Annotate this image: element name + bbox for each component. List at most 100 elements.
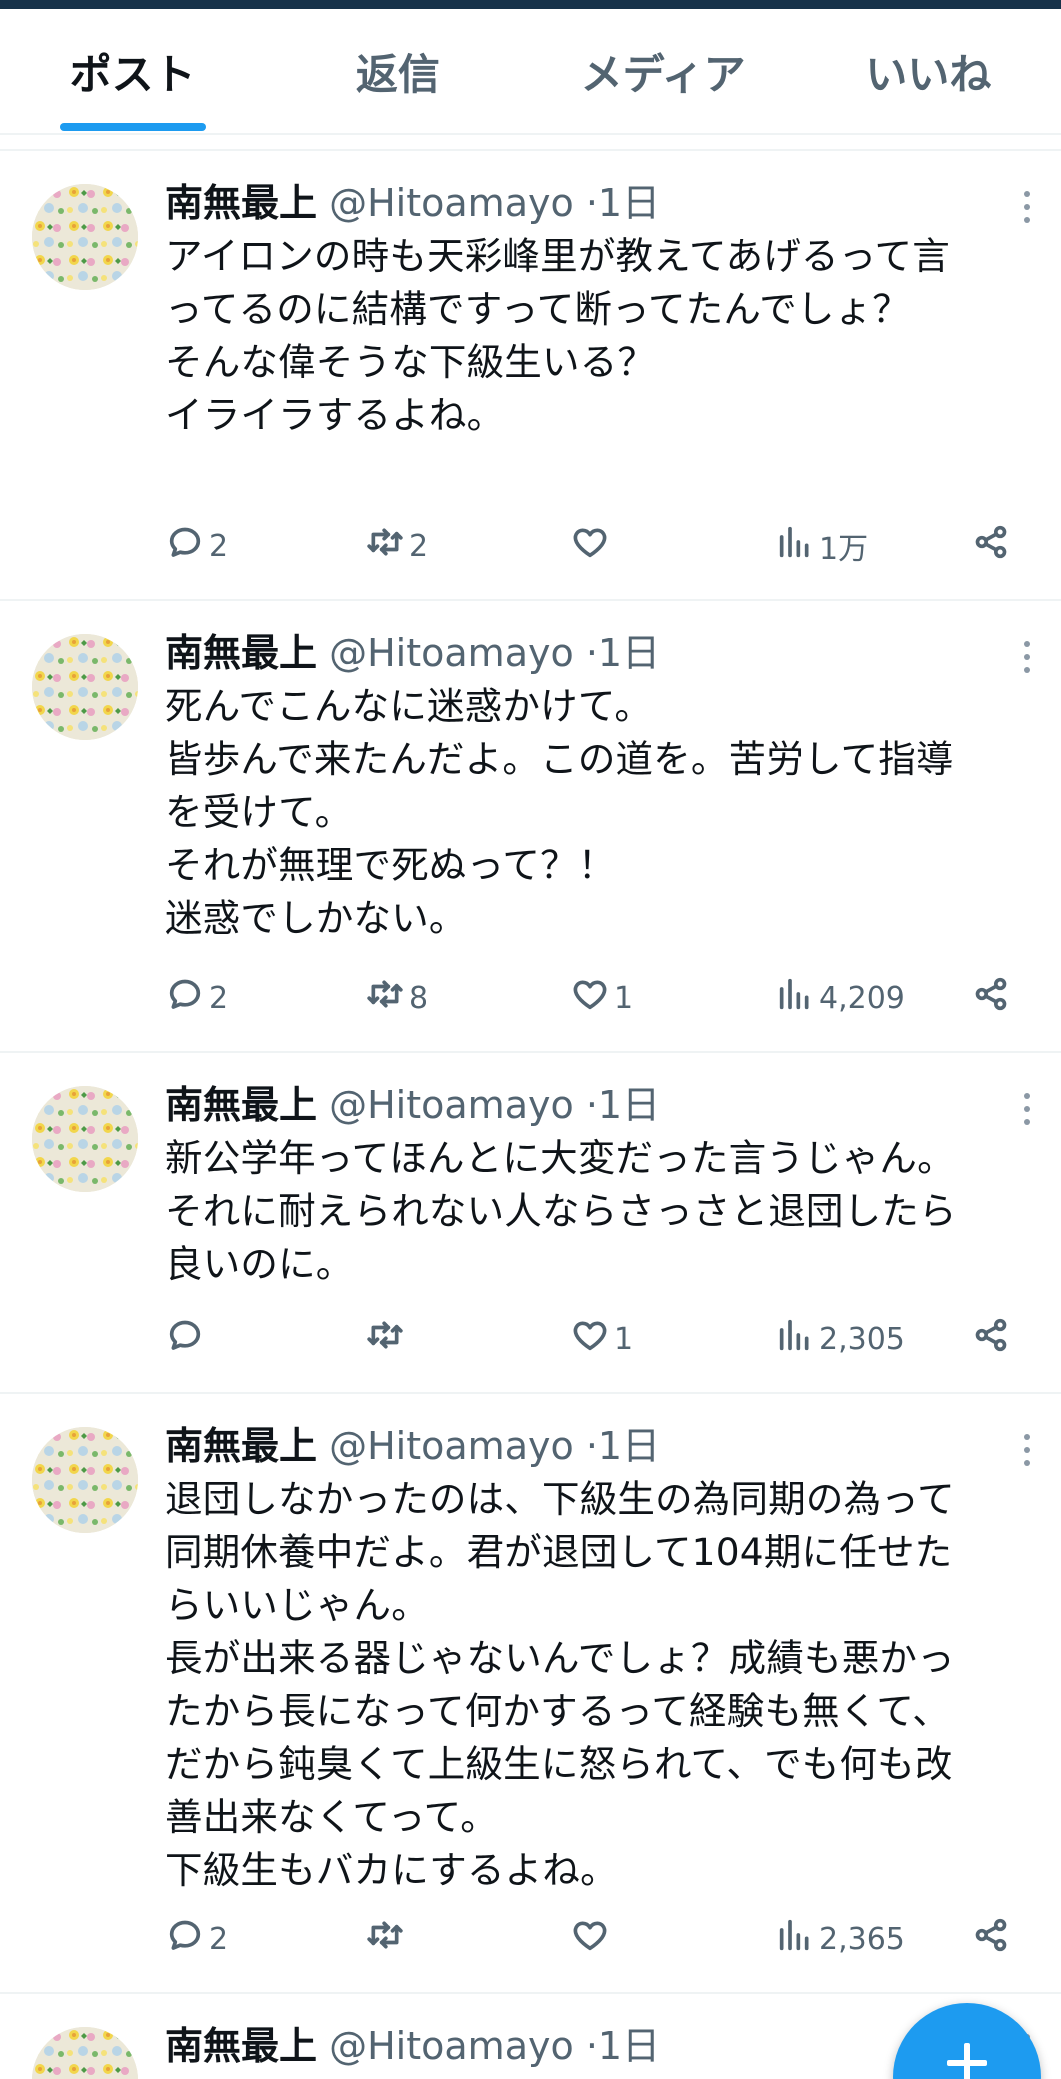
display-name[interactable]: 南無最上 (165, 2024, 317, 2068)
more-vertical-icon[interactable] (1013, 637, 1041, 677)
display-name[interactable]: 南無最上 (165, 631, 317, 675)
post-time: 1日 (597, 1424, 661, 1468)
separator-dot: · (585, 1083, 598, 1127)
post-time: 1日 (597, 181, 661, 225)
post-actions: 2 8 1 4,209 (165, 973, 1041, 1023)
tab-media[interactable]: メディア (531, 9, 796, 133)
status-bar (0, 0, 1061, 9)
user-handle: @Hitoamayo (329, 2024, 574, 2068)
tab-replies[interactable]: 返信 (265, 9, 530, 133)
post-text: 退団しなかったのは、下級生の為同期の為って 同期休養中だよ。君が退団して104期… (165, 1477, 955, 1892)
retweet-button[interactable]: 2 (365, 521, 428, 571)
separator-dot: · (585, 2024, 598, 2068)
heart-icon (570, 1315, 610, 1363)
display-name[interactable]: 南無最上 (165, 1424, 317, 1468)
tab-likes-label: いいね (865, 49, 992, 99)
avatar[interactable] (32, 2027, 138, 2079)
heart-icon (570, 974, 610, 1022)
display-name[interactable]: 南無最上 (165, 1083, 317, 1127)
user-handle: @Hitoamayo (329, 181, 574, 225)
more-vertical-icon[interactable] (1013, 1430, 1041, 1470)
more-vertical-icon[interactable] (1013, 1089, 1041, 1129)
reply-button[interactable] (165, 1314, 209, 1364)
post-body: 南無最上 @Hitoamayo ·1日 新公学年ってほんとに大変だった言うじゃん… (165, 1081, 1041, 1291)
like-button[interactable]: 1 (570, 973, 633, 1023)
post-header: 南無最上 @Hitoamayo ·1日 (165, 179, 1041, 227)
post-time: 1日 (597, 1083, 661, 1127)
tab-posts[interactable]: ポスト (0, 9, 265, 133)
post-body: 南無最上 @Hitoamayo ·1日 アイロンの時も天彩峰里が教えてあげるって… (165, 179, 1041, 442)
post-header: 南無最上 @Hitoamayo ·1日 (165, 629, 1041, 677)
tabs-divider (0, 135, 1061, 151)
post-text: 死んでこんなに迷惑かけて。 皆歩んで来たんだよ。この道を。苦労して指導 を受けて… (165, 684, 954, 940)
retweet-button[interactable] (365, 1914, 409, 1964)
reply-icon (165, 1315, 205, 1363)
views-count: 2,365 (819, 1921, 905, 1957)
views-count: 2,305 (819, 1321, 905, 1357)
retweet-button[interactable] (365, 1314, 409, 1364)
reply-icon (165, 974, 205, 1022)
share-icon (971, 974, 1011, 1022)
views-button[interactable]: 2,305 (775, 1314, 905, 1364)
post-text: アイロンの時も天彩峰里が教えてあげるって言 ってるのに結構ですって断ってたんでし… (165, 234, 950, 437)
retweet-button[interactable]: 8 (365, 973, 428, 1023)
reply-button[interactable]: 2 (165, 521, 228, 571)
user-handle: @Hitoamayo (329, 631, 574, 675)
like-button[interactable]: 1 (570, 1314, 633, 1364)
reply-count: 2 (209, 980, 229, 1016)
reply-icon (165, 1915, 205, 1963)
views-button[interactable]: 4,209 (775, 973, 905, 1023)
reply-count: 2 (209, 1921, 229, 1957)
views-icon (775, 1915, 815, 1963)
post-actions: 2 2 1万 (165, 521, 1041, 571)
like-count: 1 (614, 980, 634, 1016)
retweet-icon (365, 974, 405, 1022)
share-button[interactable] (971, 1314, 1011, 1364)
views-count: 4,209 (819, 980, 905, 1016)
views-button[interactable]: 2,365 (775, 1914, 905, 1964)
reply-button[interactable]: 2 (165, 1914, 228, 1964)
heart-icon (570, 1915, 610, 1963)
post-actions: 2 2,365 (165, 1914, 1041, 1964)
share-icon (971, 522, 1011, 570)
like-button[interactable] (570, 1914, 614, 1964)
post[interactable]: 南無最上 @Hitoamayo ·1日 死んでこんなに迷惑かけて。 皆歩んで来た… (0, 601, 1061, 1053)
user-handle: @Hitoamayo (329, 1424, 574, 1468)
display-name[interactable]: 南無最上 (165, 181, 317, 225)
share-icon (971, 1915, 1011, 1963)
post-body: 南無最上 @Hitoamayo ·1日 死んでこんなに迷惑かけて。 皆歩んで来た… (165, 629, 1041, 945)
share-button[interactable] (971, 973, 1011, 1023)
avatar[interactable] (32, 1086, 138, 1192)
post[interactable]: 南無最上 @Hitoamayo ·1日 退団しなかったのは、下級生の為同期の為っ… (0, 1394, 1061, 1994)
separator-dot: · (585, 631, 598, 675)
retweet-count: 2 (409, 528, 429, 564)
views-count: 1万 (819, 532, 869, 567)
more-vertical-icon[interactable] (1013, 187, 1041, 227)
post-header: 南無最上 @Hitoamayo ·1日 (165, 1081, 1041, 1129)
profile-tabs: ポスト 返信 メディア いいね (0, 9, 1061, 135)
avatar[interactable] (32, 184, 138, 290)
reply-count: 2 (209, 528, 229, 564)
views-button[interactable]: 1万 (775, 521, 868, 571)
post-time: 1日 (597, 631, 661, 675)
tab-media-label: メディア (580, 49, 746, 99)
heart-icon (570, 522, 610, 570)
views-icon (775, 522, 815, 570)
like-button[interactable] (570, 521, 614, 571)
tab-likes[interactable]: いいね (796, 9, 1061, 133)
post[interactable]: 南無最上 @Hitoamayo ·1日 アイロンの時も天彩峰里が教えてあげるって… (0, 151, 1061, 601)
avatar[interactable] (32, 1427, 138, 1533)
reply-button[interactable]: 2 (165, 973, 228, 1023)
post-feed: 南無最上 @Hitoamayo ·1日 アイロンの時も天彩峰里が教えてあげるって… (0, 151, 1061, 2079)
views-icon (775, 974, 815, 1022)
post-body: 南無最上 @Hitoamayo ·1日 退団しなかったのは、下級生の為同期の為っ… (165, 1422, 1041, 1897)
post-header: 南無最上 @Hitoamayo ·1日 (165, 1422, 1041, 1470)
user-handle: @Hitoamayo (329, 1083, 574, 1127)
avatar[interactable] (32, 634, 138, 740)
post-time: 1日 (597, 2024, 661, 2068)
retweet-count: 8 (409, 980, 429, 1016)
share-button[interactable] (971, 521, 1011, 571)
post[interactable]: 南無最上 @Hitoamayo ·1日 新公学年ってほんとに大変だった言うじゃん… (0, 1053, 1061, 1394)
share-button[interactable] (971, 1914, 1011, 1964)
post-actions: 1 2,305 (165, 1314, 1041, 1364)
